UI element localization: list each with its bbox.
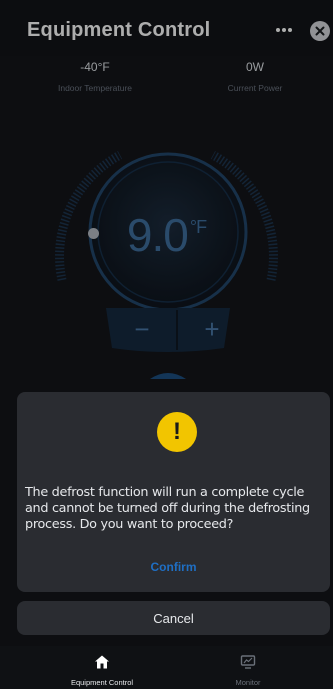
- dialog-message: The defrost function will run a complete…: [25, 485, 310, 532]
- nav-item-equipment-control[interactable]: Equipment Control: [42, 654, 162, 687]
- equipment-control-screen: Equipment Control -40°F Indoor Temperatu…: [0, 0, 333, 689]
- nav-item-monitor[interactable]: Monitor: [188, 654, 308, 687]
- nav-label-monitor: Monitor: [235, 678, 261, 687]
- bottom-navigation: Equipment Control Monitor: [0, 646, 333, 689]
- confirm-button[interactable]: Confirm: [17, 560, 330, 582]
- warning-icon: !: [157, 412, 197, 452]
- defrost-confirm-dialog: ! The defrost function will run a comple…: [17, 392, 330, 592]
- monitor-icon: [240, 655, 256, 669]
- nav-label-equipment-control: Equipment Control: [70, 678, 134, 687]
- home-icon: [95, 655, 109, 669]
- cancel-button[interactable]: Cancel: [17, 601, 330, 635]
